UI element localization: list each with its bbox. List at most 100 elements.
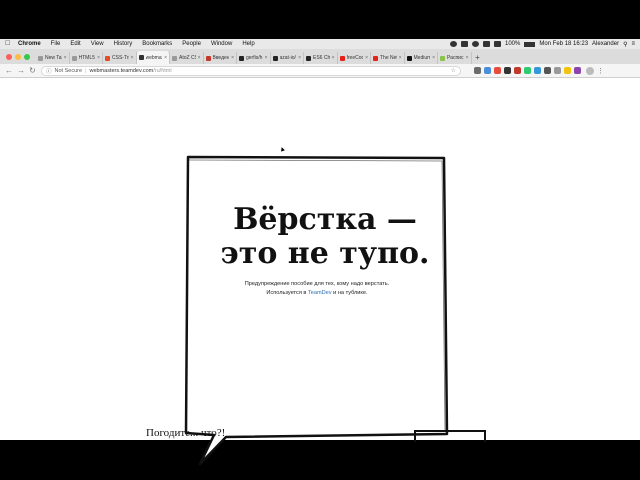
status-app-icon[interactable] (449, 41, 457, 47)
menu-kebab-icon[interactable]: ⋮ (597, 67, 604, 75)
extension-icon[interactable] (504, 67, 511, 74)
browser-tab[interactable]: Распис…× (438, 52, 472, 64)
tab-label: AtoZ CS… (179, 55, 196, 61)
bookmark-star-icon[interactable]: ☆ (451, 67, 456, 74)
extension-icon[interactable] (534, 67, 541, 74)
extension-icon[interactable] (484, 67, 491, 74)
clock[interactable]: Mon Feb 18 16:23 (539, 41, 588, 47)
tab-close-icon[interactable]: × (198, 55, 201, 61)
favicon-icon (239, 55, 244, 61)
subtitle-line-2: Используется в TeamDev и на тублике. (222, 289, 412, 298)
browser-tab[interactable]: Medium × (405, 52, 438, 64)
tab-label: azat-io/… (279, 55, 297, 61)
extension-icon[interactable] (494, 67, 501, 74)
tab-close-icon[interactable]: × (432, 55, 435, 61)
menu-help[interactable]: Help (237, 39, 259, 49)
list-icon[interactable]: ≡ (631, 41, 635, 47)
menu-file[interactable]: File (46, 39, 66, 49)
favicon-icon (306, 55, 311, 61)
tab-close-icon[interactable]: × (265, 55, 268, 61)
search-icon[interactable]: ⚲ (623, 41, 627, 48)
extension-icon[interactable] (544, 67, 551, 74)
tab-label: ES6 Chi… (313, 55, 330, 61)
illustration-frame (414, 430, 486, 442)
apple-icon[interactable]:  (5, 39, 13, 49)
tab-label: freeCod… (346, 55, 364, 61)
extensions: ⋮ (474, 66, 604, 75)
favicon-icon (138, 55, 144, 60)
browser-tab[interactable]: CSS-Tri…× (103, 52, 137, 64)
tab-strip: New Tab×HTML5…×CSS-Tri…×webmas…×AtoZ CS…… (0, 49, 640, 64)
extension-icon[interactable] (574, 67, 581, 74)
menu-window[interactable]: Window (206, 39, 237, 49)
tab-close-icon[interactable]: × (332, 55, 335, 61)
battery-percent: 100% (504, 41, 521, 47)
extension-icon[interactable] (554, 67, 561, 74)
browser-tab[interactable]: Введени…× (204, 52, 237, 64)
window-controls (0, 49, 36, 64)
extension-icon[interactable] (474, 67, 481, 74)
close-window-button[interactable] (6, 53, 12, 60)
tab-close-icon[interactable]: × (64, 55, 67, 61)
battery-icon[interactable] (524, 41, 536, 47)
omnibox-separator: | (85, 67, 87, 74)
extension-icon[interactable] (564, 67, 571, 74)
browser-tab[interactable]: gerfis/h…× (237, 52, 271, 64)
tab-close-icon[interactable]: × (231, 55, 234, 61)
browser-toolbar: ← → ↻ ⓘ Not Secure | webmasters.teamdev.… (0, 64, 640, 78)
camera-icon[interactable] (460, 41, 468, 47)
tab-label: gerfis/h… (246, 55, 263, 61)
back-button[interactable]: ← (5, 65, 13, 77)
maximize-window-button[interactable] (24, 53, 30, 60)
tab-close-icon[interactable]: × (466, 55, 469, 61)
tab-close-icon[interactable]: × (399, 55, 402, 61)
browser-tab[interactable]: New Tab× (36, 52, 70, 64)
browser-tab[interactable]: AtoZ CS…× (170, 52, 204, 64)
profile-avatar[interactable] (586, 66, 594, 75)
menu-bookmarks[interactable]: Bookmarks (137, 39, 177, 49)
favicon-icon (440, 55, 445, 61)
menu-view[interactable]: View (86, 39, 109, 49)
sync-icon[interactable] (471, 41, 479, 47)
tab-close-icon[interactable]: × (365, 55, 368, 61)
subtitle-prefix: Используется в (266, 290, 308, 296)
new-tab-button[interactable]: + (472, 51, 484, 64)
address-bar[interactable]: ⓘ Not Secure | webmasters.teamdev.com/ru… (41, 65, 461, 76)
page-subtitle: Предупреждение пособие для тех, кому над… (222, 280, 412, 298)
info-icon[interactable]: ⓘ (46, 67, 52, 75)
forward-button[interactable]: → (17, 65, 25, 77)
tab-label: The Net… (380, 55, 397, 61)
url-host: webmasters.teamdev.com (89, 67, 154, 74)
tab-close-icon[interactable]: × (298, 55, 301, 61)
favicon-icon (406, 55, 412, 61)
menu-people[interactable]: People (177, 39, 206, 49)
menu-edit[interactable]: Edit (65, 39, 85, 49)
url-text: webmasters.teamdev.com/ru/html (89, 68, 171, 74)
volume-icon[interactable] (493, 41, 501, 47)
browser-tab[interactable]: HTML5…× (70, 52, 103, 64)
tab-close-icon[interactable]: × (97, 55, 100, 61)
browser-tab[interactable]: freeCod…× (338, 52, 371, 64)
tab-label: webmas… (145, 54, 163, 61)
browser-tab[interactable]: The Net…× (371, 52, 405, 64)
teamdev-link[interactable]: TeamDev (308, 290, 332, 296)
favicon-icon (38, 55, 43, 61)
extension-icon[interactable] (514, 67, 521, 74)
tab-close-icon[interactable]: × (164, 55, 167, 61)
favicon-icon (339, 55, 345, 61)
menu-app-name[interactable]: Chrome (13, 39, 46, 49)
subtitle-line-1: Предупреждение пособие для тех, кому над… (244, 281, 390, 287)
user-name[interactable]: Alexander (592, 41, 619, 47)
extension-icon[interactable] (524, 67, 531, 74)
browser-tab[interactable]: azat-io/…× (271, 52, 304, 64)
favicon-icon (272, 55, 278, 61)
reload-button[interactable]: ↻ (29, 65, 36, 77)
minimize-window-button[interactable] (15, 53, 21, 60)
menu-history[interactable]: History (109, 39, 138, 49)
title-line-1: Вёрстка — (233, 202, 417, 237)
tab-close-icon[interactable]: × (131, 55, 134, 61)
menu-extras: 100% Mon Feb 18 16:23 Alexander ⚲ ≡ (449, 41, 640, 48)
browser-tab[interactable]: webmas…× (136, 51, 170, 64)
wifi-icon[interactable] (482, 41, 490, 47)
browser-tab[interactable]: ES6 Chi…× (304, 52, 338, 64)
